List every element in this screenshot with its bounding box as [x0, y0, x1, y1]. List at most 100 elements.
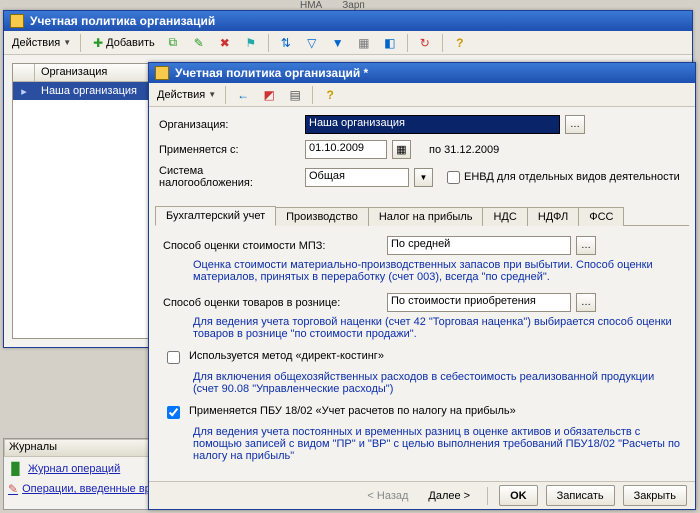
dialog-footer: < Назад Далее > OK Записать Закрыть	[149, 481, 695, 509]
plus-icon: ✚	[90, 35, 106, 51]
actions-menu[interactable]: Действия▼	[153, 85, 220, 105]
envd-checkbox-row[interactable]: ЕНВД для отдельных видов деятельности	[447, 171, 680, 184]
tab-ndfl[interactable]: НДФЛ	[527, 207, 579, 226]
tab-fss[interactable]: ФСС	[578, 207, 624, 226]
outer-titlebar[interactable]: Учетная политика организаций	[4, 11, 692, 31]
applies-to-text: по 31.12.2009	[429, 144, 499, 156]
refresh-icon: ↻	[417, 35, 433, 51]
actions-menu[interactable]: Действия▼	[8, 33, 75, 53]
tab-accounting[interactable]: Бухгалтерский учет	[155, 206, 276, 226]
form-header: Организация: Наша организация … Применяе…	[149, 107, 695, 199]
filter-button[interactable]: ▽	[300, 33, 324, 53]
retail-method-picker-button[interactable]: …	[576, 293, 596, 312]
journals-panel: Журналы ▉ Журнал операций ✎ Операции, вв…	[3, 438, 153, 510]
tab-accounting-body: Способ оценки стоимости МПЗ: По средней …	[149, 226, 695, 481]
flag-icon: ⚑	[243, 35, 259, 51]
tax-system-dropdown-button[interactable]: ▼	[414, 168, 433, 187]
wizard-back-button: < Назад	[361, 488, 414, 504]
direct-costing-checkbox[interactable]	[167, 351, 180, 364]
tax-system-combo[interactable]: Общая	[305, 168, 409, 187]
journal-operations-link[interactable]: ▉ Журнал операций	[8, 459, 148, 479]
manual-operations-link[interactable]: ✎ Операции, введенные вручную	[8, 479, 148, 499]
help-button[interactable]: ?	[448, 33, 472, 53]
filter-icon: ▽	[304, 35, 320, 51]
grid-icon: ▦	[356, 35, 372, 51]
organization-label: Организация:	[159, 119, 299, 131]
back-icon: ←	[235, 87, 251, 103]
doc-icon: ✎	[8, 481, 18, 497]
ok-button[interactable]: OK	[499, 485, 538, 506]
help-icon: ?	[452, 35, 468, 51]
inner-titlebar[interactable]: Учетная политика организаций *	[149, 63, 695, 83]
copy-icon: ⧉	[165, 35, 181, 51]
organization-field[interactable]: Наша организация	[305, 115, 560, 134]
outer-window-title: Учетная политика организаций	[30, 14, 215, 28]
accounting-policy-edit-window: Учетная политика организаций * Действия▼…	[148, 62, 696, 510]
calendar-button[interactable]: ▦	[392, 140, 411, 159]
tab-profit-tax[interactable]: Налог на прибыль	[368, 207, 484, 226]
help-icon: ?	[322, 87, 338, 103]
back-nav-button[interactable]: ←	[231, 85, 255, 105]
retail-method-field[interactable]: По стоимости приобретения	[387, 293, 571, 312]
mark-button[interactable]: ⚑	[239, 33, 263, 53]
tabstrip: Бухгалтерский учет Производство Налог на…	[155, 205, 689, 226]
no-filter-icon: ▼	[330, 35, 346, 51]
structure-button[interactable]: ▦	[352, 33, 376, 53]
app-icon	[10, 14, 24, 28]
wizard-next-button[interactable]: Далее >	[422, 488, 476, 504]
list-button[interactable]: ▤	[283, 85, 307, 105]
toolbar-separator	[442, 34, 443, 52]
calendar-icon: ▦	[396, 143, 406, 156]
switch-button[interactable]: ◩	[257, 85, 281, 105]
tab-nds[interactable]: НДС	[482, 207, 527, 226]
clear-filter-button[interactable]: ▼	[326, 33, 350, 53]
save-button[interactable]: Записать	[546, 485, 615, 506]
mpz-method-label: Способ оценки стоимости МПЗ:	[163, 240, 381, 252]
refresh-button[interactable]: ↻	[413, 33, 437, 53]
help-button[interactable]: ?	[318, 85, 342, 105]
mpz-help-text: Оценка стоимости материально-производств…	[193, 259, 681, 283]
tax-system-label: Система налогообложения:	[159, 165, 299, 189]
close-button[interactable]: Закрыть	[623, 485, 687, 506]
inner-window-title: Учетная политика организаций *	[175, 66, 368, 80]
mpz-method-picker-button[interactable]: …	[576, 236, 596, 255]
journals-header: Журналы	[4, 439, 152, 457]
pbu18-checkbox[interactable]	[167, 406, 180, 419]
footer-separator	[487, 487, 488, 505]
applies-from-field[interactable]: 01.10.2009	[305, 140, 387, 159]
swap-icon: ⇅	[278, 35, 294, 51]
delete-icon: ✖	[217, 35, 233, 51]
book-icon: ▉	[8, 461, 24, 477]
inner-toolbar: Действия▼ ← ◩ ▤ ?	[149, 83, 695, 107]
grid-header-icon-col	[13, 64, 35, 81]
outer-toolbar: Действия▼ ✚ Добавить ⧉ ✎ ✖ ⚑ ⇅ ▽ ▼ ▦ ◧ ↻…	[4, 31, 692, 55]
row-marker-icon: ▸	[13, 85, 35, 98]
organization-picker-button[interactable]: …	[565, 115, 585, 134]
toolbar-separator	[225, 86, 226, 104]
retail-method-label: Способ оценки товаров в рознице:	[163, 297, 381, 309]
retail-help-text: Для ведения учета торговой наценки (счет…	[193, 316, 681, 340]
toolbar-separator	[312, 86, 313, 104]
direct-costing-label: Используется метод «директ-костинг»	[189, 350, 384, 362]
toolbar-separator	[268, 34, 269, 52]
chart-icon: ◧	[382, 35, 398, 51]
chevron-down-icon: ▼	[420, 173, 428, 182]
delete-button[interactable]: ✖	[213, 33, 237, 53]
app-icon	[155, 66, 169, 80]
toolbar-separator	[407, 34, 408, 52]
toolbar-separator	[80, 34, 81, 52]
add-button[interactable]: ✚ Добавить	[86, 33, 159, 53]
copy-button[interactable]: ⧉	[161, 33, 185, 53]
pencil-icon: ✎	[191, 35, 207, 51]
mpz-method-field[interactable]: По средней	[387, 236, 571, 255]
edit-button[interactable]: ✎	[187, 33, 211, 53]
direct-costing-help-text: Для включения общехозяйственных расходов…	[193, 371, 681, 395]
chart-button[interactable]: ◧	[378, 33, 402, 53]
applies-from-label: Применяется с:	[159, 144, 299, 156]
tab-production[interactable]: Производство	[275, 207, 369, 226]
pbu18-help-text: Для ведения учета постоянных и временных…	[193, 426, 681, 462]
envd-checkbox[interactable]	[447, 171, 460, 184]
swap-button[interactable]: ⇅	[274, 33, 298, 53]
chart-icon: ◩	[261, 87, 277, 103]
list-icon: ▤	[287, 87, 303, 103]
